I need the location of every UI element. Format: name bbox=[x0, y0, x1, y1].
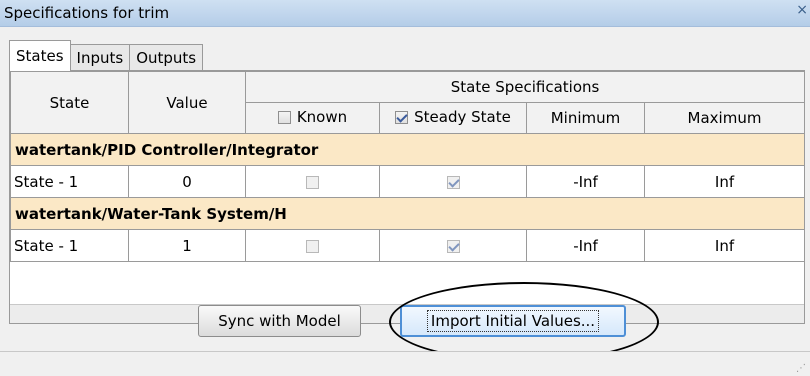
states-panel: State Value State Specifications Known S… bbox=[9, 70, 806, 324]
close-icon[interactable]: × bbox=[796, 2, 808, 18]
cell-minimum[interactable]: -Inf bbox=[526, 229, 645, 262]
cell-steady-state[interactable] bbox=[379, 165, 527, 198]
state-spec-table: State Value State Specifications Known S… bbox=[9, 71, 806, 262]
known-checkbox[interactable] bbox=[306, 175, 319, 189]
header-minimum: Minimum bbox=[526, 102, 645, 134]
title-bar: Specifications for trim × bbox=[0, 0, 810, 27]
cell-value[interactable]: 0 bbox=[128, 165, 246, 198]
header-row: State Value State Specifications bbox=[10, 71, 806, 134]
header-state-specifications: State Specifications bbox=[244, 71, 806, 103]
status-bar: ⋰ bbox=[0, 351, 810, 376]
sync-with-model-button[interactable]: Sync with Model bbox=[198, 305, 361, 337]
cell-maximum[interactable]: Inf bbox=[643, 229, 806, 262]
table-row: State - 1 1 -Inf Inf bbox=[10, 229, 806, 262]
cell-maximum[interactable]: Inf bbox=[643, 165, 806, 198]
tab-states[interactable]: States bbox=[9, 40, 71, 71]
cell-state: State - 1 bbox=[10, 165, 129, 198]
header-known-label: Known bbox=[296, 108, 348, 127]
header-steady-state-label: Steady State bbox=[414, 108, 511, 127]
header-maximum: Maximum bbox=[643, 102, 806, 134]
group-name: watertank/PID Controller/Integrator bbox=[9, 133, 806, 166]
import-initial-values-label: Import Initial Values... bbox=[426, 310, 600, 332]
header-state: State bbox=[10, 71, 129, 134]
known-all-checkbox[interactable] bbox=[277, 110, 291, 124]
steady-state-all-checkbox[interactable] bbox=[395, 110, 409, 124]
header-steady-state[interactable]: Steady State bbox=[379, 102, 527, 134]
dialog-content: States Inputs Outputs State Value State … bbox=[0, 27, 810, 376]
resize-grip-icon[interactable]: ⋰ bbox=[796, 363, 806, 374]
steady-state-checkbox[interactable] bbox=[446, 175, 460, 189]
tab-strip: States Inputs Outputs bbox=[9, 40, 204, 71]
known-checkbox[interactable] bbox=[306, 239, 319, 253]
group-row: watertank/PID Controller/Integrator bbox=[9, 133, 806, 166]
steady-state-checkbox[interactable] bbox=[446, 239, 460, 253]
header-known[interactable]: Known bbox=[245, 102, 380, 134]
cell-value[interactable]: 1 bbox=[128, 229, 246, 262]
cell-known[interactable] bbox=[245, 229, 380, 262]
button-bar: Sync with Model Import Initial Values... bbox=[0, 305, 810, 345]
cell-known[interactable] bbox=[245, 165, 380, 198]
cell-steady-state[interactable] bbox=[379, 229, 527, 262]
import-initial-values-button[interactable]: Import Initial Values... bbox=[400, 305, 626, 337]
tab-inputs[interactable]: Inputs bbox=[69, 44, 131, 71]
cell-state: State - 1 bbox=[10, 229, 129, 262]
window-title: Specifications for trim bbox=[4, 4, 170, 22]
group-row: watertank/Water-Tank System/H bbox=[9, 197, 806, 230]
group-name: watertank/Water-Tank System/H bbox=[9, 197, 806, 230]
table-row: State - 1 0 -Inf Inf bbox=[10, 165, 806, 198]
header-value: Value bbox=[128, 71, 246, 134]
cell-minimum[interactable]: -Inf bbox=[526, 165, 645, 198]
tab-outputs[interactable]: Outputs bbox=[129, 44, 204, 71]
